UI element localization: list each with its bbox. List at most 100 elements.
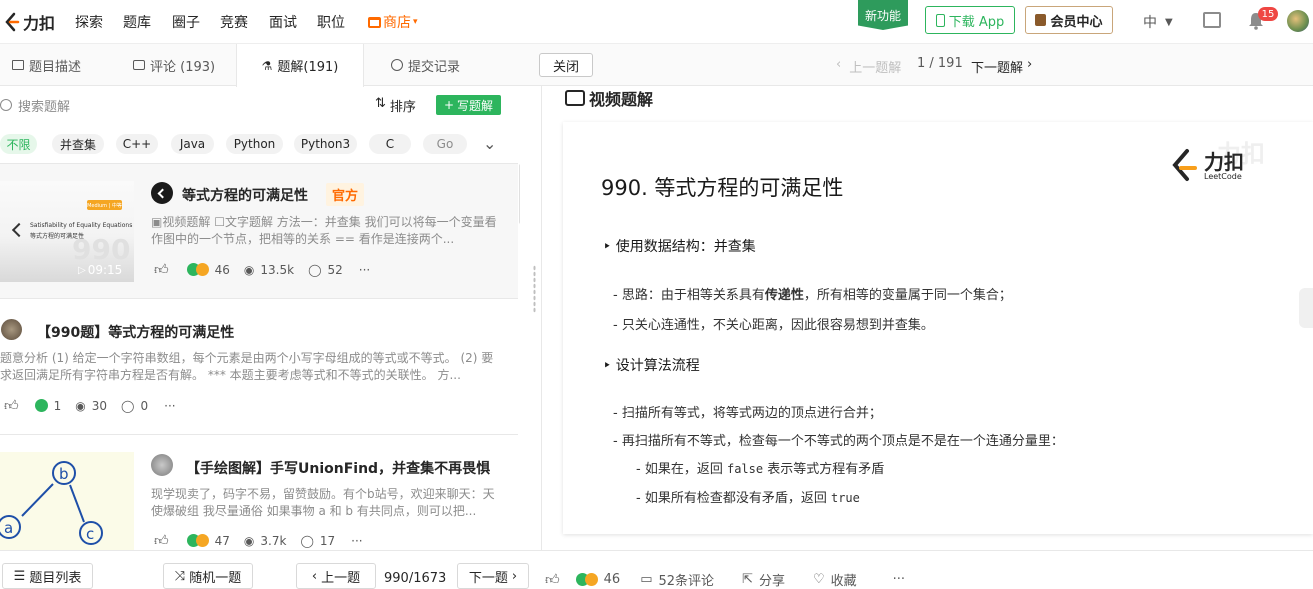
playground-icon[interactable] <box>1203 12 1221 28</box>
write-solution-button[interactable]: + 写题解 <box>436 95 501 115</box>
eye-icon: ◉ <box>243 262 255 277</box>
filter-java[interactable]: Java <box>171 134 214 154</box>
solution-summary: 题意分析 (1) 给定一个字符串数组，每个元素是由两个小写字母组成的等式或不等式… <box>0 351 494 382</box>
more-icon[interactable]: ··· <box>359 263 370 277</box>
node-a-label: a <box>4 519 13 537</box>
solution-stats: 👍︎ 1 ◉ 30 ◯ 0 ··· <box>4 397 176 414</box>
section-2-line-2: - 再扫描所有不等式，检查每一个不等式的两个顶点是不是在一个连通分量里： <box>613 434 1064 449</box>
prev-problem-button[interactable]: ‹ 上一题 <box>296 563 376 589</box>
tab-solutions[interactable]: ⚗ 题解(191) <box>236 44 364 87</box>
bottom-actions: 👍︎ 46 ▭ 52条评论 ⇱ 分享 ♡ 收藏 ··· <box>545 571 906 589</box>
section-1-line-1: - 思路：由于相等关系具有传递性，所有相等的变量属于同一个集合； <box>613 288 1012 303</box>
random-problem-button[interactable]: ⤨ 随机一题 <box>163 563 253 589</box>
avatar[interactable] <box>1287 10 1309 32</box>
search-input[interactable]: 搜索题解 <box>18 96 70 115</box>
sort-button[interactable]: ⇅ 排序 <box>375 96 416 115</box>
phone-icon <box>935 13 945 27</box>
filter-go[interactable]: Go <box>423 134 467 154</box>
vip-center-button[interactable]: 会员中心 <box>1025 6 1113 34</box>
heart-icon[interactable]: ♡ <box>813 572 825 587</box>
expand-filters-icon[interactable]: ⌄ <box>483 134 496 153</box>
comment-icon: ◯ <box>121 398 135 413</box>
nav-jobs[interactable]: 职位 <box>317 12 345 32</box>
filter-c[interactable]: C <box>369 134 411 154</box>
author-avatar[interactable] <box>151 454 173 476</box>
thumbs-up-icon[interactable]: 👍︎ <box>154 261 169 278</box>
download-app-button[interactable]: 下载 App <box>925 6 1015 34</box>
solution-title[interactable]: 【手绘图解】手写UnionFind，并查集不再畏惧 <box>186 458 490 478</box>
filter-python[interactable]: Python <box>226 134 283 154</box>
section-2-line-3: - 如果在，返回 false 表示等式方程有矛盾 <box>636 462 885 477</box>
section-2-heading: ‣ 设计算法流程 <box>603 358 700 374</box>
thumbnail-title-en: Satisfiability of Equality Equations <box>30 222 133 229</box>
union-find-diagram: b a c <box>0 461 103 545</box>
tv-icon <box>565 90 585 106</box>
problem-list-button[interactable]: ☰ 题目列表 <box>2 563 93 589</box>
filter-union-find[interactable]: 并查集 <box>52 134 104 154</box>
chevron-left-icon: ‹ <box>311 568 318 584</box>
tab-comments[interactable]: 评论 (193) <box>133 44 215 86</box>
list-icon: ☰ <box>13 568 26 584</box>
scrollbar[interactable] <box>519 164 520 224</box>
solution-detail-pane: 视频题解 力扣 990. 等式方程的可满足性 力扣 LeetCode ‣ 使用数… <box>541 86 1313 550</box>
comment-icon: ◯ <box>308 262 322 277</box>
tab-description[interactable]: 题目描述 <box>12 44 81 86</box>
nav-problemset[interactable]: 题库 <box>123 12 151 32</box>
more-icon[interactable]: ··· <box>893 572 905 587</box>
pane-resize-handle[interactable] <box>533 265 536 313</box>
logo-text: 力扣 <box>23 14 56 33</box>
thumbnail-number: 990 <box>72 233 131 266</box>
solution-title[interactable]: 等式方程的可满足性 <box>182 185 308 205</box>
video-thumbnail[interactable]: Medium | 中等 Satisfiability of Equality E… <box>0 181 134 282</box>
author-avatar[interactable] <box>1 319 22 340</box>
new-feature-badge[interactable]: 新功能 <box>858 0 908 30</box>
chevron-left-icon: ‹ <box>836 57 842 72</box>
brand-en: LeetCode <box>1204 171 1242 181</box>
solution-title[interactable]: 【990题】等式方程的可满足性 <box>37 322 234 342</box>
side-floating-button[interactable] <box>1299 288 1313 328</box>
search-icon <box>0 99 12 111</box>
language-selector[interactable]: 中 ▼ <box>1143 12 1173 32</box>
prev-solution-button[interactable]: ‹ 上一题解 <box>836 57 901 76</box>
vip-icon <box>1035 14 1047 26</box>
comment-icon <box>133 60 145 70</box>
brand-cn: 力扣 <box>1204 149 1244 174</box>
more-icon[interactable]: ··· <box>164 399 175 413</box>
filter-cpp[interactable]: C++ <box>116 134 158 154</box>
description-icon <box>12 60 24 70</box>
nav-store[interactable]: 商店 ▾ <box>368 12 418 32</box>
thumbs-up-icon[interactable]: 👍︎ <box>4 397 19 414</box>
share-icon[interactable]: ⇱ <box>742 572 753 587</box>
tab-submissions[interactable]: 提交记录 <box>391 44 460 86</box>
clock-icon <box>391 59 403 71</box>
hand-drawn-thumbnail[interactable]: b a c <box>0 452 134 550</box>
thumbs-up-icon[interactable]: 👍︎ <box>545 571 560 588</box>
chevron-right-icon: › <box>1027 57 1033 72</box>
solution-summary: 现学现卖了，码字不易，留赞鼓励。有个b站号，欢迎来聊天：天使爆破组 我尽量通俗 … <box>151 487 495 518</box>
top-navbar: 力扣 探索 题库 圈子 竞赛 面试 职位 商店 ▾ 新功能 下载 App 会员中… <box>0 0 1313 44</box>
close-button[interactable]: 关闭 <box>539 53 593 77</box>
sort-icon: ⇅ <box>375 96 386 111</box>
filter-all[interactable]: 不限 <box>0 134 37 154</box>
next-solution-button[interactable]: 下一题解 › <box>971 57 1032 76</box>
next-problem-button[interactable]: 下一题 › <box>457 563 529 589</box>
nav-interview[interactable]: 面试 <box>269 12 297 32</box>
nav-circle[interactable]: 圈子 <box>172 12 200 32</box>
video-slide[interactable]: 力扣 990. 等式方程的可满足性 力扣 LeetCode ‣ 使用数据结构：并… <box>563 122 1313 534</box>
more-icon[interactable]: ··· <box>351 534 362 548</box>
nav-contest[interactable]: 竞赛 <box>220 12 248 32</box>
emoji-reaction-icon <box>195 534 209 547</box>
comment-icon[interactable]: ▭ <box>640 572 652 587</box>
video-duration: ▷ 09:15 <box>78 263 123 277</box>
leetcode-logo[interactable]: 力扣 <box>4 10 55 34</box>
store-label: 商店 <box>383 15 411 31</box>
play-icon: ▷ <box>78 264 86 276</box>
video-solution-header: 视频题解 <box>565 86 653 110</box>
flask-icon: ⚗ <box>261 58 273 73</box>
filter-python3[interactable]: Python3 <box>294 134 357 154</box>
nav-explore[interactable]: 探索 <box>75 12 103 32</box>
search-bar[interactable]: 搜索题解 <box>0 94 360 116</box>
section-2-line-4: - 如果所有检查都没有矛盾，返回 true <box>636 491 860 506</box>
thumbs-up-icon[interactable]: 👍︎ <box>154 532 169 549</box>
author-avatar[interactable] <box>151 182 173 204</box>
